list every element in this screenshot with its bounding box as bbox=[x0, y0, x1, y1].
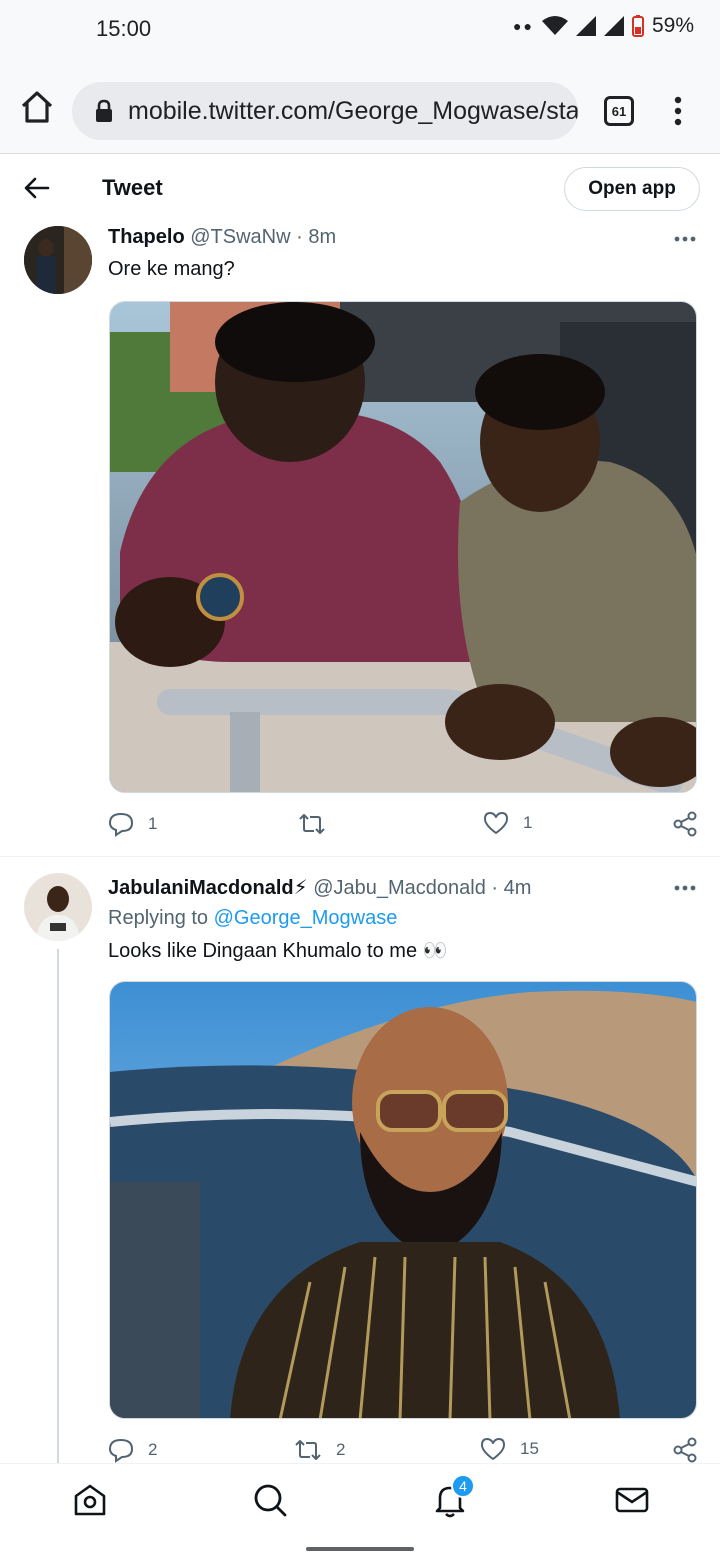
replying-to-link[interactable]: @George_Mogwase bbox=[214, 907, 398, 929]
share-icon bbox=[673, 811, 697, 837]
battery-icon bbox=[631, 15, 644, 37]
tweet-text: Ore ke mang? bbox=[108, 258, 235, 280]
retweet-icon bbox=[295, 1440, 321, 1460]
status-time: 15:00 bbox=[96, 16, 152, 41]
reply-icon bbox=[108, 1438, 134, 1463]
thread-line bbox=[57, 949, 59, 1463]
search-icon[interactable] bbox=[252, 1482, 288, 1518]
more-horizontal-icon[interactable] bbox=[674, 884, 696, 892]
bottom-nav bbox=[0, 1463, 720, 1537]
address-bar[interactable]: mobile.twitter.com/George_Mogwase/sta bbox=[72, 82, 578, 140]
reply-count: 2 bbox=[148, 1440, 158, 1459]
like-action[interactable]: 1 bbox=[483, 811, 532, 835]
replying-to: Replying to @George_Mogwase bbox=[108, 907, 397, 930]
signal-icon bbox=[575, 16, 596, 36]
reply-action[interactable]: 2 bbox=[108, 1437, 157, 1463]
like-icon bbox=[484, 812, 508, 834]
notifications-badge: 4 bbox=[451, 1474, 475, 1498]
tweet-author-line: Thapelo @TSwaNw · 8m bbox=[108, 226, 336, 249]
avatar[interactable] bbox=[24, 226, 92, 294]
status-icons: ●● 59% bbox=[513, 14, 694, 38]
tweet[interactable]: JabulaniMacdonald⚡ @Jabu_Macdonald · 4m … bbox=[0, 857, 720, 1463]
photo-two-men-laughing bbox=[110, 302, 696, 792]
more-horizontal-icon[interactable] bbox=[674, 235, 696, 243]
reply-icon bbox=[108, 812, 134, 837]
tweet-time: · 8m bbox=[296, 226, 337, 248]
avatar-figure bbox=[24, 226, 92, 294]
gesture-bar bbox=[0, 1537, 720, 1560]
retweet-action[interactable]: 2 bbox=[294, 1437, 345, 1463]
url-text: mobile.twitter.com/George_Mogwase/sta bbox=[128, 96, 578, 125]
tweet-actions: 1 1 bbox=[108, 811, 698, 841]
status-bar: 15:00 ●● 59% bbox=[0, 0, 720, 60]
author-handle[interactable]: @TSwaNw bbox=[190, 226, 290, 248]
author-name[interactable]: JabulaniMacdonald⚡ bbox=[108, 877, 308, 899]
lock-icon bbox=[96, 99, 112, 122]
tweet-time: · 4m bbox=[491, 877, 532, 899]
page-title: Tweet bbox=[102, 175, 163, 200]
signal-icon-2 bbox=[603, 16, 624, 36]
retweet-icon bbox=[299, 814, 325, 834]
battery-level: 59% bbox=[651, 14, 694, 37]
reply-count: 1 bbox=[148, 814, 158, 833]
share-action[interactable] bbox=[672, 1437, 698, 1463]
photo-man-sunglasses bbox=[110, 982, 696, 1418]
tweet-photo[interactable] bbox=[109, 301, 697, 793]
home-icon[interactable] bbox=[18, 88, 56, 126]
open-app-button[interactable]: Open app bbox=[564, 167, 700, 211]
like-icon bbox=[481, 1438, 505, 1460]
more-vert-icon[interactable] bbox=[670, 96, 686, 126]
gesture-handle[interactable] bbox=[306, 1547, 414, 1551]
like-count: 15 bbox=[520, 1439, 539, 1458]
tweet-photo[interactable] bbox=[109, 981, 697, 1419]
reply-action[interactable]: 1 bbox=[108, 811, 157, 837]
replying-to-prefix: Replying to bbox=[108, 907, 209, 929]
retweet-count: 2 bbox=[336, 1440, 346, 1459]
avatar[interactable] bbox=[24, 873, 92, 941]
share-action[interactable] bbox=[672, 811, 698, 837]
tweet-header: Tweet Open app bbox=[0, 155, 720, 221]
tweet[interactable]: Thapelo @TSwaNw · 8m Ore ke mang? 1 1 bbox=[0, 221, 720, 856]
avatar-figure bbox=[24, 873, 92, 941]
notification-dots-icon: ●● bbox=[513, 18, 534, 34]
share-icon bbox=[673, 1437, 697, 1463]
home-icon[interactable] bbox=[72, 1482, 108, 1518]
tweet-author-line: JabulaniMacdonald⚡ @Jabu_Macdonald · 4m bbox=[108, 875, 531, 900]
tab-switcher-button[interactable]: 61 bbox=[604, 96, 634, 126]
retweet-action[interactable] bbox=[298, 811, 340, 837]
like-count: 1 bbox=[523, 813, 533, 832]
like-action[interactable]: 15 bbox=[480, 1437, 539, 1461]
tweet-text: Looks like Dingaan Khumalo to me 👀 bbox=[108, 940, 448, 962]
author-handle[interactable]: @Jabu_Macdonald bbox=[313, 877, 486, 899]
author-name[interactable]: Thapelo bbox=[108, 226, 185, 248]
wifi-icon bbox=[541, 16, 568, 35]
mail-icon[interactable] bbox=[614, 1482, 650, 1518]
back-arrow-icon[interactable] bbox=[24, 175, 50, 201]
browser-toolbar: mobile.twitter.com/George_Mogwase/sta 61 bbox=[0, 60, 720, 154]
